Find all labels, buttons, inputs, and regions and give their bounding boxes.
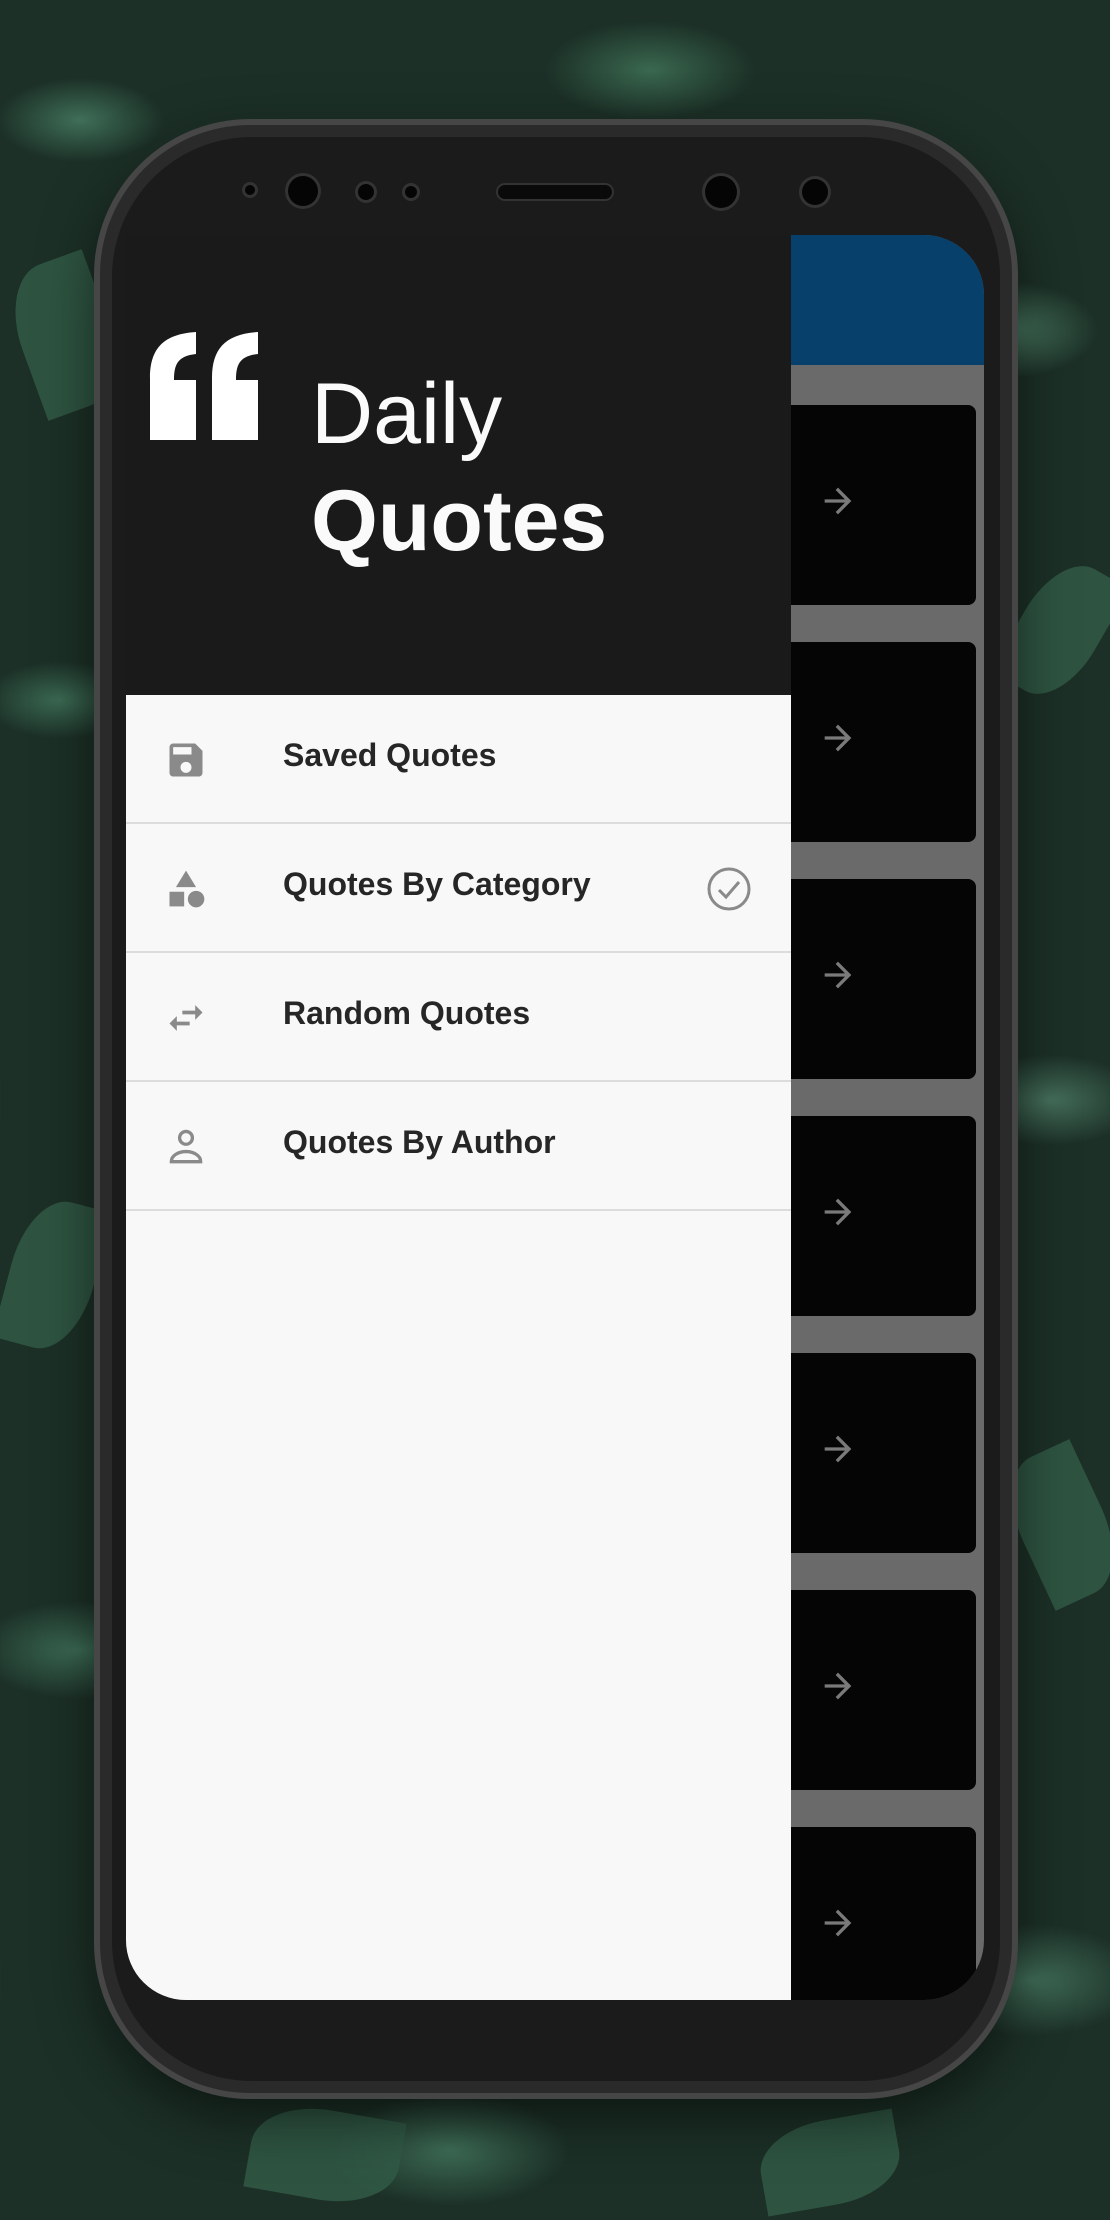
sensor-dot: [405, 186, 417, 198]
drawer-item-label: Saved Quotes: [283, 737, 497, 773]
earpiece-speaker: [498, 185, 612, 199]
background-leaf: [753, 2108, 907, 2217]
person-icon: [169, 1129, 203, 1164]
front-camera: [288, 176, 318, 206]
arrow-right-icon: [824, 724, 852, 752]
arrow-right-icon: [824, 1909, 852, 1937]
check-circle-icon: [707, 867, 751, 911]
arrow-right-icon: [824, 1435, 852, 1463]
sensor-dot: [358, 184, 374, 200]
sensor-dot: [245, 185, 255, 195]
drawer-item-quotes-by-author[interactable]: Quotes By Author: [126, 1082, 791, 1211]
drawer-item-saved-quotes[interactable]: Saved Quotes: [126, 695, 791, 824]
save-icon: [169, 743, 203, 777]
app-title-line2: Quotes: [311, 473, 608, 569]
iris-scanner: [705, 176, 737, 208]
shuffle-icon: [169, 1005, 203, 1031]
arrow-right-icon: [824, 487, 852, 515]
drawer-header: Daily Quotes: [126, 235, 791, 695]
background-leaf: [243, 2097, 407, 2213]
drawer-item-label: Random Quotes: [283, 995, 531, 1031]
navigation-drawer: Daily Quotes Saved Quotes Quotes By Cate…: [126, 235, 791, 2000]
drawer-menu: Saved Quotes Quotes By Category Random Q…: [126, 695, 791, 1211]
drawer-item-random-quotes[interactable]: Random Quotes: [126, 953, 791, 1082]
drawer-item-label: Quotes By Category: [283, 866, 591, 902]
drawer-item-label: Quotes By Author: [283, 1124, 556, 1160]
app-screen: Daily Quotes Saved Quotes Quotes By Cate…: [126, 235, 984, 2000]
arrow-right-icon: [824, 1198, 852, 1226]
quote-mark-icon: [150, 332, 258, 440]
arrow-right-icon: [824, 1672, 852, 1700]
proximity-sensor: [802, 179, 828, 205]
background-leaf: [0, 1191, 113, 1359]
drawer-item-quotes-by-category[interactable]: Quotes By Category: [126, 824, 791, 953]
arrow-right-icon: [824, 961, 852, 989]
category-icon: [169, 870, 205, 908]
app-title-line1: Daily: [311, 366, 503, 462]
